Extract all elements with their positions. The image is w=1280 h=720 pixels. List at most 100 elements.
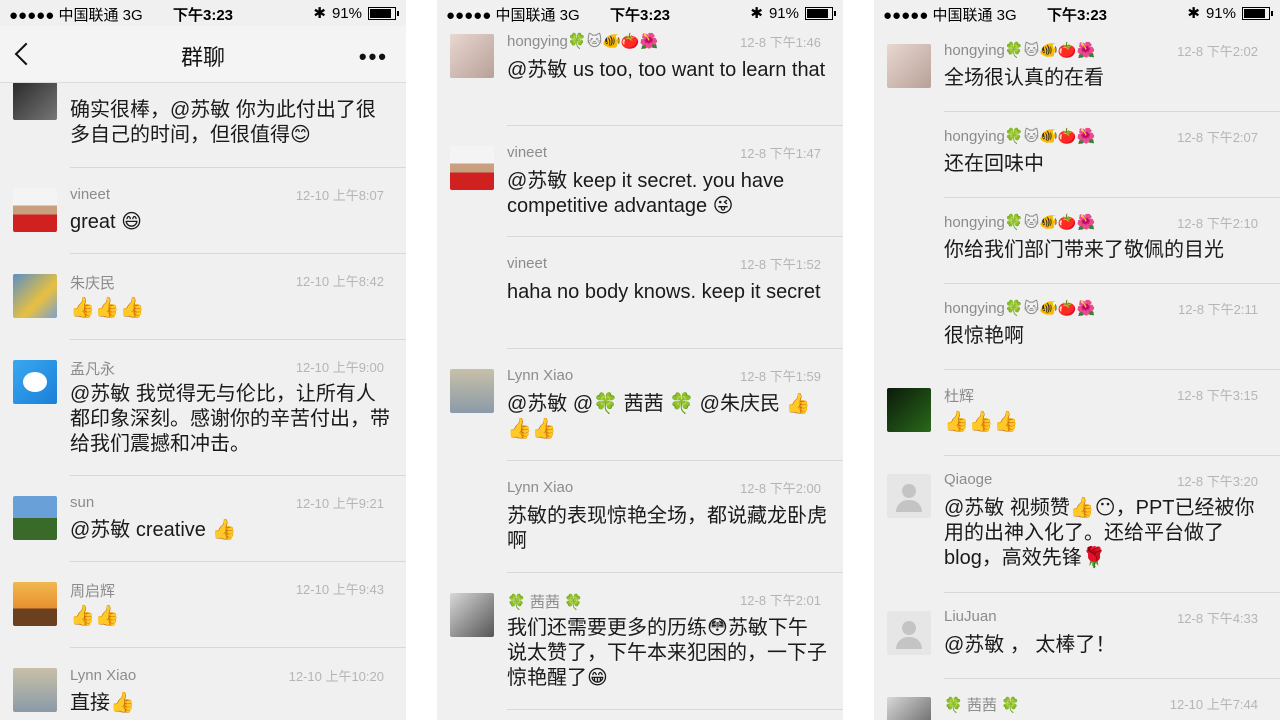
avatar[interactable] xyxy=(450,369,494,413)
message-text: @苏敏 @🍀 茜茜 🍀 @朱庆民 👍👍👍 xyxy=(507,393,811,440)
chat-message[interactable]: 朱庆民 12-10 上午8:42 👍👍👍 xyxy=(0,254,406,340)
chat-message[interactable]: Qiaoge 12-8 下午3:20 @苏敏 视频赞👍😶，PPT已经被你用的出神… xyxy=(874,456,1280,593)
avatar[interactable] xyxy=(13,274,57,318)
message-text: 直接👍 xyxy=(70,692,135,714)
message-text: @苏敏 creative 👍 xyxy=(70,519,237,541)
avatar[interactable] xyxy=(450,34,494,78)
chat-message[interactable]: hongying🍀🐱🐠🍅🌺 12-8 下午2:02 全场很认真的在看 xyxy=(874,26,1280,112)
message-text: 苏敏的表现惊艳全场，都说藏龙卧虎啊 xyxy=(507,505,827,552)
bluetooth-icon: ✱ xyxy=(1187,5,1200,22)
message-text: 确实很棒，@苏敏 你为此付出了很多自己的时间，但很值得😊 xyxy=(70,99,376,146)
message-text: 👍👍 xyxy=(70,605,120,627)
sender-name: hongying🍀🐱🐠🍅🌺 xyxy=(944,300,1096,317)
avatar[interactable] xyxy=(13,188,57,232)
chat-message[interactable]: 🍀 茜茜 🍀 12-8 下午2:01 我们还需要更多的历练😳苏敏下午说太赞了，下… xyxy=(437,573,843,720)
message-time: 12-8 下午1:52 xyxy=(740,257,821,272)
message-text: @苏敏 ， 太棒了！ xyxy=(944,634,1116,656)
sender-name: hongying🍀🐱🐠🍅🌺 xyxy=(944,128,1096,145)
message-time: 12-8 下午2:02 xyxy=(1177,44,1258,59)
message-time: 12-10 上午9:21 xyxy=(295,496,384,511)
chat-message[interactable]: Lynn Xiao 12-10 上午10:20 直接👍 xyxy=(0,648,406,720)
chat-message[interactable]: LiuJuan 12-8 下午4:33 @苏敏 ， 太棒了！ xyxy=(874,593,1280,679)
chat-message[interactable]: Lynn Xiao 12-8 下午1:59 @苏敏 @🍀 茜茜 🍀 @朱庆民 👍… xyxy=(437,349,843,461)
chat-message[interactable]: hongying🍀🐱🐠🍅🌺 12-8 下午2:10 你给我们部门带来了敬佩的目光 xyxy=(874,198,1280,284)
chat-message[interactable]: vineet 12-8 下午1:47 @苏敏 keep it secret. y… xyxy=(437,126,843,237)
message-text: 你给我们部门带来了敬佩的目光 xyxy=(944,239,1224,261)
chat-message[interactable]: hongying🍀🐱🐠🍅🌺 12-8 下午2:11 很惊艳啊 xyxy=(874,284,1280,370)
message-time: 12-8 下午1:59 xyxy=(740,369,821,384)
battery-percent: 91% xyxy=(768,4,799,22)
chat-message[interactable]: sun 12-10 上午9:21 @苏敏 creative 👍 xyxy=(0,476,406,562)
chat-message[interactable]: 确实很棒，@苏敏 你为此付出了很多自己的时间，但很值得😊 xyxy=(0,82,406,168)
message-text: haha no body knows. keep it secret xyxy=(507,281,821,303)
sender-name: vineet xyxy=(507,255,548,272)
chat-message[interactable]: Lynn Xiao 12-8 下午2:00 苏敏的表现惊艳全场，都说藏龙卧虎啊 xyxy=(437,461,843,573)
avatar[interactable] xyxy=(13,82,57,120)
chat-screen-3: hongying🍀🐱🐠🍅🌺 12-8 下午2:02 全场很认真的在看 hongy… xyxy=(874,0,1280,720)
avatar[interactable] xyxy=(450,593,494,637)
sender-name: vineet xyxy=(70,186,111,203)
sender-name: hongying🍀🐱🐠🍅🌺 xyxy=(944,214,1096,231)
sender-name: Lynn Xiao xyxy=(70,667,137,684)
battery-icon xyxy=(1242,6,1273,20)
sender-name: 孟凡永 xyxy=(70,361,116,378)
sender-name: sun xyxy=(70,494,95,511)
sender-name: 杜辉 xyxy=(944,388,975,405)
message-time: 12-8 下午2:11 xyxy=(1178,302,1258,317)
message-time: 12-8 下午3:20 xyxy=(1177,474,1258,489)
avatar[interactable] xyxy=(887,44,931,88)
message-time: 12-8 下午2:07 xyxy=(1177,130,1258,145)
chat-message[interactable]: 孟凡永 12-10 上午9:00 @苏敏 我觉得无与伦比，让所有人都印象深刻。感… xyxy=(0,340,406,476)
message-time: 12-8 下午3:15 xyxy=(1177,388,1258,403)
chat-message[interactable]: hongying🍀🐱🐠🍅🌺 12-8 下午2:07 还在回味中 xyxy=(874,112,1280,198)
sender-name: 朱庆民 xyxy=(70,275,116,292)
bluetooth-icon: ✱ xyxy=(750,5,763,22)
message-time: 12-10 上午8:07 xyxy=(295,188,384,203)
avatar[interactable] xyxy=(13,582,57,626)
battery-percent: 91% xyxy=(1205,4,1236,22)
sender-name: 🍀 茜茜 🍀 xyxy=(944,697,1020,714)
avatar[interactable] xyxy=(13,668,57,712)
sender-name: hongying🍀🐱🐠🍅🌺 xyxy=(944,42,1096,59)
message-time: 12-10 上午10:20 xyxy=(288,669,384,684)
message-time: 12-8 下午1:46 xyxy=(740,35,821,50)
message-text: 👍👍👍 xyxy=(70,297,145,319)
bluetooth-icon: ✱ xyxy=(313,5,326,22)
message-text: great 😄 xyxy=(70,211,142,233)
avatar[interactable] xyxy=(450,146,494,190)
message-text: 很惊艳啊 xyxy=(944,325,1024,347)
message-text: 全场很认真的在看 xyxy=(944,67,1104,89)
battery-icon xyxy=(368,6,399,20)
chat-message[interactable]: hongying🍀🐱🐠🍅🌺 12-8 下午1:46 @苏敏 us too, to… xyxy=(437,26,843,126)
chat-message[interactable]: 🍀 茜茜 🍀 12-10 上午7:44 xyxy=(874,679,1280,720)
sender-name: 🍀 茜茜 🍀 xyxy=(507,594,583,611)
chat-message[interactable]: vineet 12-10 上午8:07 great 😄 xyxy=(0,168,406,254)
divider xyxy=(507,709,843,710)
message-text: 还在回味中 xyxy=(944,153,1044,175)
status-bar: ●●●●● 中国联通 3G 下午3:23 ✱ 91% xyxy=(0,0,406,26)
more-icon[interactable]: ••• xyxy=(359,44,388,70)
default-avatar-icon[interactable] xyxy=(887,611,931,655)
message-text: @苏敏 us too, too want to learn that xyxy=(507,59,826,81)
sender-name: hongying🍀🐱🐠🍅🌺 xyxy=(507,33,659,50)
avatar[interactable] xyxy=(13,496,57,540)
page-title: 群聊 xyxy=(180,45,225,70)
status-right: ✱ 91% xyxy=(313,4,399,22)
avatar[interactable] xyxy=(887,388,931,432)
battery-percent: 91% xyxy=(331,4,362,22)
message-text: @苏敏 我觉得无与伦比，让所有人都印象深刻。感谢你的辛苦付出，带给我们震撼和冲击… xyxy=(70,383,390,455)
avatar[interactable] xyxy=(13,360,57,404)
chat-message[interactable]: 周启辉 12-10 上午9:43 👍👍 xyxy=(0,562,406,648)
message-time: 12-10 上午8:42 xyxy=(295,274,384,289)
message-time: 12-10 上午9:43 xyxy=(295,582,384,597)
message-time: 12-10 上午9:00 xyxy=(295,360,384,375)
chat-message[interactable]: vineet 12-8 下午1:52 haha no body knows. k… xyxy=(437,237,843,349)
sender-name: vineet xyxy=(507,144,548,161)
default-avatar-icon[interactable] xyxy=(887,474,931,518)
chat-message[interactable]: 杜辉 12-8 下午3:15 👍👍👍 xyxy=(874,370,1280,456)
sender-name: Lynn Xiao xyxy=(507,367,574,384)
avatar[interactable] xyxy=(887,697,931,720)
status-bar: ●●●●● 中国联通 3G 下午3:23 ✱ 91% xyxy=(437,0,843,26)
sender-name: LiuJuan xyxy=(944,608,997,625)
chat-screen-1: 确实很棒，@苏敏 你为此付出了很多自己的时间，但很值得😊 vineet 12-1… xyxy=(0,0,406,720)
